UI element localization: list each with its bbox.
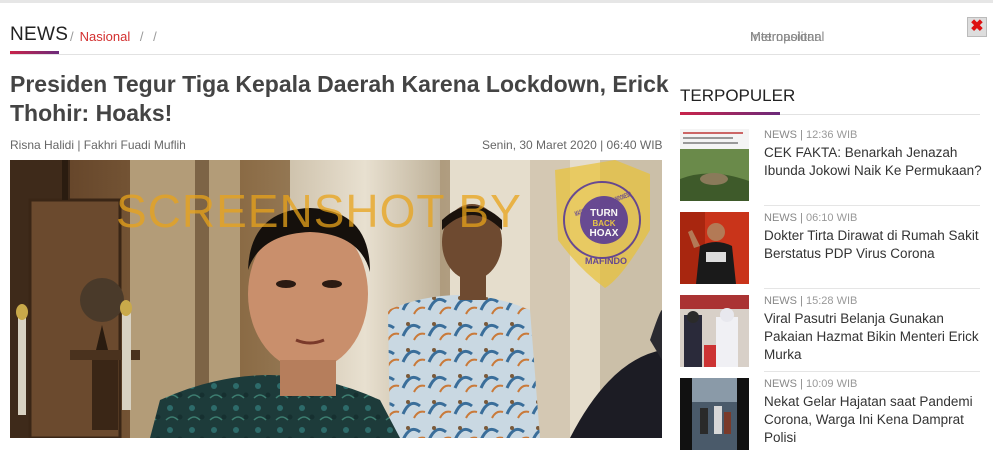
section-underline [10, 51, 59, 54]
popular-title[interactable]: Viral Pasutri Belanja Gunakan Pakaian Ha… [764, 310, 982, 364]
popular-item[interactable]: NEWS | 15:28 WIB Viral Pasutri Belanja G… [680, 295, 980, 375]
popular-title[interactable]: Nekat Gelar Hajatan saat Pandemi Corona,… [764, 393, 982, 447]
article-photo: SCREENSHOT BY MASYARAKAT ANTI FITNAH IND… [10, 160, 662, 438]
breadcrumb-separator: / [153, 29, 157, 44]
popular-thumbnail[interactable] [680, 129, 749, 201]
breadcrumb: / Nasional / Metropolitan / Internasional [70, 29, 824, 44]
popular-item[interactable]: NEWS | 12:36 WIB CEK FAKTA: Benarkah Jen… [680, 129, 982, 209]
close-button[interactable]: ✖ [967, 17, 987, 37]
popular-meta: NEWS | 12:36 WIB [764, 129, 858, 141]
popular-time: 10:09 WIB [805, 378, 858, 390]
section-title: NEWS [10, 24, 69, 45]
sidebar-title: TERPOPULER [680, 86, 796, 105]
top-border [0, 0, 993, 3]
popular-thumbnail[interactable] [680, 212, 749, 284]
badge-hoax-text: HOAX [590, 228, 619, 239]
breadcrumb-separator: / [139, 29, 144, 44]
badge-mafindo-text: MAFINDO [585, 256, 627, 266]
item-divider [764, 205, 980, 206]
article-date: Senin, 30 Maret 2020 | 06:40 WIB [482, 138, 663, 152]
article-authors: Risna Halidi | Fakhri Fuadi Muflih [10, 138, 186, 152]
article-title: Presiden Tegur Tiga Kepala Daerah Karena… [10, 71, 669, 126]
badge-turn-text: TURN [590, 208, 618, 219]
popular-time: 06:10 WIB [805, 212, 858, 224]
item-divider [764, 288, 980, 289]
badge-back-text: BACK [592, 219, 615, 228]
popular-title[interactable]: CEK FAKTA: Benarkah Jenazah Ibunda Jokow… [764, 144, 982, 180]
popular-meta: NEWS | 15:28 WIB [764, 295, 858, 307]
section-header: NEWS / Nasional / Metropolitan / Internasio… [10, 22, 980, 55]
popular-time: 12:36 WIB [805, 129, 858, 141]
popular-meta: NEWS | 06:10 WIB [764, 212, 858, 224]
watermark-text: SCREENSHOT BY [116, 185, 522, 237]
popular-category[interactable]: NEWS [764, 212, 797, 224]
breadcrumb-nasional[interactable]: Nasional [80, 29, 131, 44]
popular-category[interactable]: NEWS [764, 378, 797, 390]
sidebar-underline [680, 112, 780, 115]
popular-category[interactable]: NEWS [764, 129, 797, 141]
popular-title[interactable]: Dokter Tirta Dirawat di Rumah Sakit Bers… [764, 227, 982, 263]
popular-meta: NEWS | 10:09 WIB [764, 378, 858, 390]
popular-time: 15:28 WIB [805, 295, 858, 307]
breadcrumb-separator: / [70, 29, 74, 44]
popular-item[interactable]: NEWS | 10:09 WIB Nekat Gelar Hajatan saa… [680, 378, 980, 458]
popular-item[interactable]: NEWS | 06:10 WIB Dokter Tirta Dirawat di… [680, 212, 980, 292]
close-icon: ✖ [970, 18, 984, 35]
popular-category[interactable]: NEWS [764, 295, 797, 307]
item-divider [764, 371, 980, 372]
popular-thumbnail[interactable] [680, 295, 749, 367]
popular-thumbnail[interactable] [680, 378, 749, 450]
